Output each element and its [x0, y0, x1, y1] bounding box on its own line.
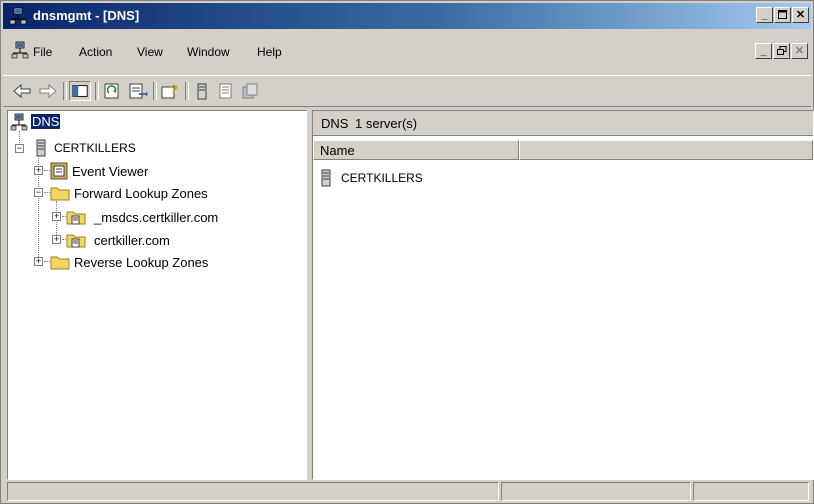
folder-open-icon [50, 187, 70, 201]
menu-view[interactable]: View [137, 45, 163, 59]
zone-icon [66, 211, 86, 225]
folder-icon [50, 256, 70, 270]
results-header-count: 1 server(s) [355, 116, 418, 131]
toolbar-separator [153, 82, 157, 100]
list-item[interactable]: CERTKILLERS [319, 169, 519, 187]
toolbar-separator [63, 82, 67, 100]
svg-text:?: ? [170, 82, 178, 97]
console-tree[interactable]: DNS − CERTKILLERS + Event Viewer − Forwa… [7, 110, 307, 480]
domain-records-icon[interactable] [239, 81, 261, 101]
close-button[interactable]: ✕ [792, 7, 809, 23]
collapse-toggle[interactable]: − [34, 188, 43, 197]
collapse-toggle[interactable]: − [15, 144, 24, 153]
refresh-icon[interactable] [101, 81, 123, 101]
maximize-button[interactable] [774, 7, 791, 23]
tree-label-zone-msdcs: _msdcs.certkiller.com [94, 210, 219, 225]
help-icon[interactable]: ? [159, 81, 181, 101]
status-pane-main [7, 482, 499, 501]
results-header-title: DNS [321, 116, 349, 131]
status-bar [3, 482, 811, 502]
expand-toggle[interactable]: + [34, 257, 43, 266]
zone-icon [66, 234, 86, 248]
expand-toggle[interactable]: + [52, 212, 61, 221]
tree-label-event-viewer: Event Viewer [72, 164, 149, 179]
menu-window[interactable]: Window [187, 45, 230, 59]
column-header-empty[interactable] [519, 140, 813, 160]
title-bar[interactable]: dnsmgmt - [DNS] _ ✕ [3, 3, 811, 29]
server-icon [321, 169, 331, 187]
console-icon[interactable] [11, 41, 29, 59]
expand-toggle[interactable]: + [34, 166, 43, 175]
mdi-minimize-button[interactable]: _ [755, 43, 772, 59]
tree-item-dns[interactable]: DNS [10, 113, 110, 131]
status-pane-3 [693, 482, 809, 501]
column-header-name[interactable]: Name [313, 140, 519, 160]
server-icon[interactable] [191, 81, 213, 101]
tree-label-reverse-lookup-zones: Reverse Lookup Zones [74, 255, 209, 270]
tree-label-forward-lookup-zones: Forward Lookup Zones [74, 186, 208, 201]
toolbar: ? [3, 75, 811, 107]
back-arrow-icon[interactable] [11, 81, 33, 101]
dns-icon [10, 113, 28, 131]
toolbar-separator [185, 82, 189, 100]
menu-bar: File Action View Window Help [3, 41, 811, 63]
tree-item-forward-lookup-zones[interactable]: − Forward Lookup Zones [28, 184, 278, 202]
status-pane-2 [501, 482, 691, 501]
window-title: dnsmgmt - [DNS] [33, 8, 140, 23]
maximize-icon [778, 10, 787, 19]
menu-action[interactable]: Action [79, 45, 112, 59]
list-item-name: CERTKILLERS [341, 171, 423, 185]
tree-label-dns: DNS [31, 114, 61, 129]
show-hide-tree-icon[interactable] [69, 81, 91, 101]
mmc-window: dnsmgmt - [DNS] _ ✕ File Action View Win… [0, 0, 814, 504]
tree-item-event-viewer[interactable]: + Event Viewer [28, 162, 208, 180]
tree-item-server[interactable]: − CERTKILLERS [14, 139, 174, 157]
results-header: DNS 1 server(s) [313, 111, 813, 136]
zone-record-icon[interactable] [215, 81, 237, 101]
mdi-restore-button[interactable] [773, 43, 790, 59]
forward-arrow-icon[interactable] [37, 81, 59, 101]
tree-label-server: CERTKILLERS [54, 141, 136, 155]
export-list-icon[interactable] [127, 81, 149, 101]
expand-toggle[interactable]: + [52, 235, 61, 244]
restore-icon [776, 46, 786, 55]
tree-label-zone-certkiller: certkiller.com [94, 233, 170, 248]
server-icon [36, 139, 46, 157]
tree-item-reverse-lookup-zones[interactable]: + Reverse Lookup Zones [28, 253, 278, 271]
minimize-button[interactable]: _ [756, 7, 773, 23]
tree-item-zone-msdcs[interactable]: + _msdcs.certkiller.com [46, 208, 296, 226]
mdi-close-button[interactable]: ✕ [791, 43, 808, 59]
results-pane[interactable]: DNS 1 server(s) Name CERTKILLERS [312, 110, 814, 480]
dns-app-icon [9, 7, 27, 25]
tree-item-zone-certkiller[interactable]: + certkiller.com [46, 231, 266, 249]
toolbar-separator [95, 82, 99, 100]
menu-help[interactable]: Help [257, 45, 282, 59]
event-viewer-icon [50, 162, 68, 180]
menu-file[interactable]: File [33, 45, 52, 59]
